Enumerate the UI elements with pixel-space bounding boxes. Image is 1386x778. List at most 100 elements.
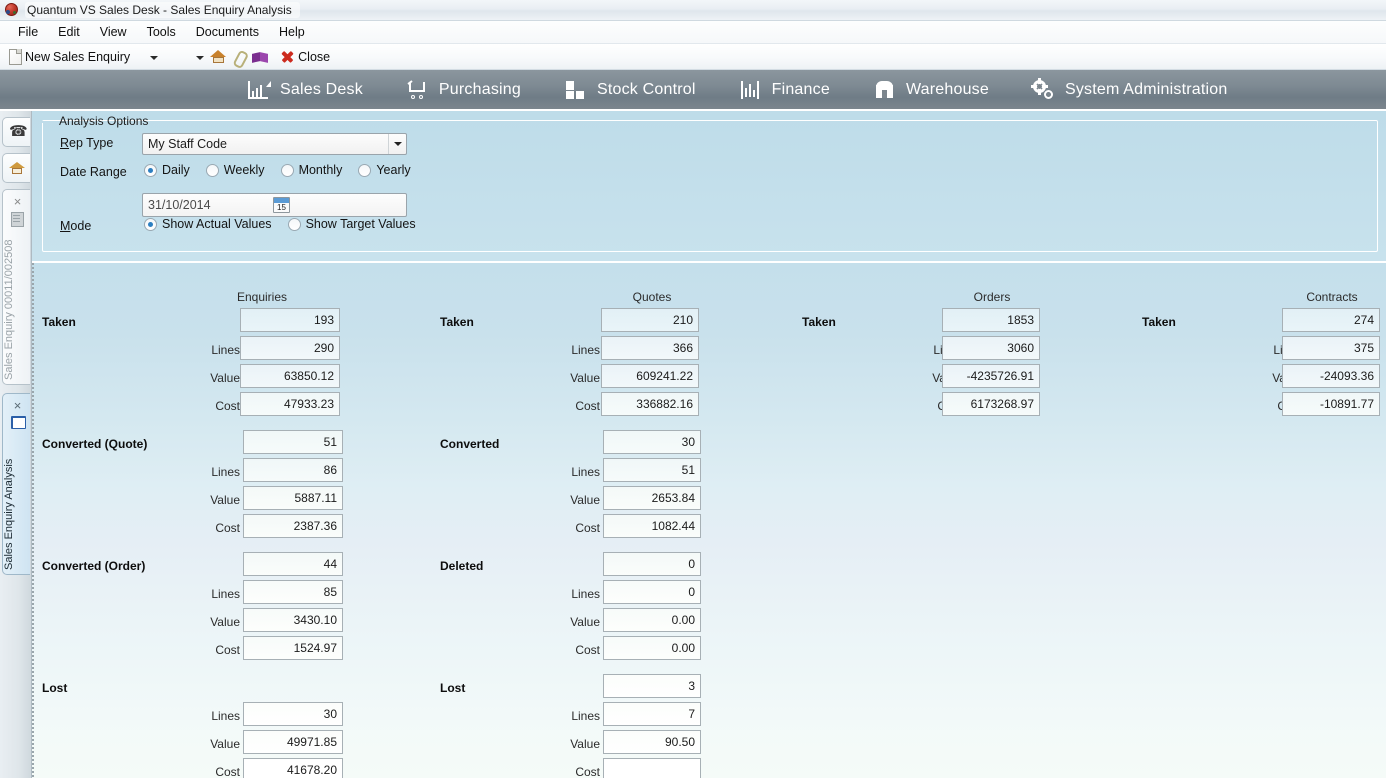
menu-item-help[interactable]: Help (269, 23, 315, 41)
value-contracts-taken-value[interactable]: -24093.36 (1282, 364, 1380, 388)
nav-item-stock-control[interactable]: Stock Control (565, 80, 696, 100)
radio-yearly[interactable]: Yearly (358, 163, 411, 177)
value-enquiries-lost-value[interactable]: 49971.85 (243, 730, 343, 754)
value-quotes-lost-lines[interactable]: 7 (603, 702, 701, 726)
gears-icon (1030, 77, 1055, 100)
row-label-enquiries-cq-cost: Cost (215, 521, 240, 535)
radio-dot-target (287, 217, 301, 231)
row-label-enquiries-lost-cost: Cost (215, 765, 240, 778)
menu-item-documents[interactable]: Documents (186, 23, 269, 41)
nav-item-system-administration[interactable]: System Administration (1030, 77, 1228, 100)
value-enquiries-converted-quote[interactable]: 51 (243, 430, 343, 454)
sidebar-tab-sales-enquiry[interactable]: × Sales Enquiry 00011/002508 (2, 189, 30, 385)
value-orders-taken-lines[interactable]: 3060 (942, 336, 1040, 360)
value-quotes-conv-lines[interactable]: 51 (603, 458, 701, 482)
tool-bar: New Sales Enquiry Close (0, 44, 1386, 70)
notes-button[interactable] (249, 46, 271, 68)
row-label-quotes-conv-cost: Cost (575, 521, 600, 535)
nav-item-purchasing[interactable]: Purchasing (407, 79, 521, 100)
radio-monthly[interactable]: Monthly (280, 163, 342, 177)
value-enquiries-lost-cost[interactable]: 41678.20 (243, 758, 343, 778)
sidebar-home-button[interactable] (2, 153, 30, 183)
value-quotes-lost[interactable]: 3 (603, 674, 701, 698)
radio-label-daily: Daily (162, 163, 190, 177)
row-label-quotes-taken-lines: Lines (571, 343, 600, 357)
nav-item-finance[interactable]: Finance (740, 80, 830, 100)
value-orders-taken-value[interactable]: -4235726.91 (942, 364, 1040, 388)
row-label-enquiries-taken-lines: Lines (211, 343, 240, 357)
nav-item-sales-desk[interactable]: Sales Desk (248, 80, 363, 100)
value-quotes-del-cost[interactable]: 0.00 (603, 636, 701, 660)
close-icon[interactable]: × (12, 399, 23, 412)
value-enquiries-taken-value[interactable]: 63850.12 (240, 364, 340, 388)
value-enquiries-cq-cost[interactable]: 2387.36 (243, 514, 343, 538)
value-quotes-lost-value[interactable]: 90.50 (603, 730, 701, 754)
value-quotes-del-lines[interactable]: 0 (603, 580, 701, 604)
attachment-button[interactable] (230, 46, 249, 68)
value-quotes-del-value[interactable]: 0.00 (603, 608, 701, 632)
value-quotes-lost-cost[interactable] (603, 758, 701, 778)
menu-item-file[interactable]: File (8, 23, 48, 41)
menu-item-edit[interactable]: Edit (48, 23, 90, 41)
analysis-results-area: Enquiries Taken 193 Lines 290 Value 6385… (32, 263, 1386, 778)
search-button[interactable] (175, 46, 207, 68)
close-button[interactable]: Close (277, 46, 333, 68)
menu-item-view[interactable]: View (90, 23, 137, 41)
radio-weekly[interactable]: Weekly (205, 163, 265, 177)
row-label-quotes-taken-cost: Cost (575, 399, 600, 413)
new-dropdown-button[interactable] (145, 46, 161, 68)
value-enquiries-cq-value[interactable]: 5887.11 (243, 486, 343, 510)
nav-label-system-administration: System Administration (1064, 80, 1228, 98)
row-label-quotes-del-lines: Lines (571, 587, 600, 601)
value-enquiries-converted-order[interactable]: 44 (243, 552, 343, 576)
value-contracts-taken-lines[interactable]: 375 (1282, 336, 1380, 360)
value-contracts-taken[interactable]: 274 (1282, 308, 1380, 332)
row-label-orders-taken-cost: Cost (792, 399, 962, 413)
value-quotes-taken-lines[interactable]: 366 (601, 336, 699, 360)
phone-icon (9, 122, 28, 140)
value-enquiries-co-lines[interactable]: 85 (243, 580, 343, 604)
mode-label: Mode (60, 219, 92, 233)
home-button[interactable] (207, 46, 230, 68)
date-input[interactable]: 31/10/2014 15 (142, 193, 407, 217)
value-contracts-taken-cost[interactable]: -10891.77 (1282, 392, 1380, 416)
value-enquiries-taken-cost[interactable]: 47933.23 (240, 392, 340, 416)
value-enquiries-cq-lines[interactable]: 86 (243, 458, 343, 482)
nav-label-sales-desk: Sales Desk (280, 80, 363, 98)
sidebar-phone-button[interactable] (2, 117, 30, 147)
nav-label-stock-control: Stock Control (596, 80, 696, 98)
value-quotes-taken-value[interactable]: 609241.22 (601, 364, 699, 388)
value-orders-taken[interactable]: 1853 (942, 308, 1040, 332)
value-orders-taken-cost[interactable]: 6173268.97 (942, 392, 1040, 416)
close-icon[interactable]: × (12, 195, 23, 208)
nav-item-warehouse[interactable]: Warehouse (874, 80, 989, 100)
row-label-quotes-del-value: Value (570, 615, 600, 629)
value-quotes-deleted[interactable]: 0 (603, 552, 701, 576)
magnifier-icon (178, 49, 194, 65)
value-enquiries-taken-lines[interactable]: 290 (240, 336, 340, 360)
row-label-quotes-del-cost: Cost (575, 643, 600, 657)
value-quotes-conv-cost[interactable]: 1082.44 (603, 514, 701, 538)
calendar-day: 15 (277, 203, 286, 212)
value-quotes-conv-value[interactable]: 2653.84 (603, 486, 701, 510)
rep-type-select[interactable]: My Staff Code (142, 133, 407, 155)
value-quotes-converted[interactable]: 30 (603, 430, 701, 454)
bar-chart-icon (740, 80, 762, 100)
radio-label-target: Show Target Values (305, 217, 416, 231)
value-enquiries-taken[interactable]: 193 (240, 308, 340, 332)
radio-daily[interactable]: Daily (144, 163, 190, 177)
value-quotes-taken-cost[interactable]: 336882.16 (601, 392, 699, 416)
sidebar-tab-sales-enquiry-analysis[interactable]: × Sales Enquiry Analysis (2, 393, 30, 575)
radio-show-target-values[interactable]: Show Target Values (287, 217, 416, 231)
module-navigation-bar: Sales Desk Purchasing Stock Control Fina… (0, 70, 1386, 111)
new-button[interactable]: New Sales Enquiry (5, 46, 133, 68)
chevron-down-icon[interactable] (388, 134, 406, 154)
nav-label-finance: Finance (771, 80, 830, 98)
value-enquiries-co-value[interactable]: 3430.10 (243, 608, 343, 632)
value-quotes-taken[interactable]: 210 (601, 308, 699, 332)
menu-item-tools[interactable]: Tools (137, 23, 186, 41)
radio-show-actual-values[interactable]: Show Actual Values (144, 217, 272, 231)
value-enquiries-co-cost[interactable]: 1524.97 (243, 636, 343, 660)
value-enquiries-lost-lines[interactable]: 30 (243, 702, 343, 726)
calendar-icon[interactable]: 15 (273, 197, 290, 213)
